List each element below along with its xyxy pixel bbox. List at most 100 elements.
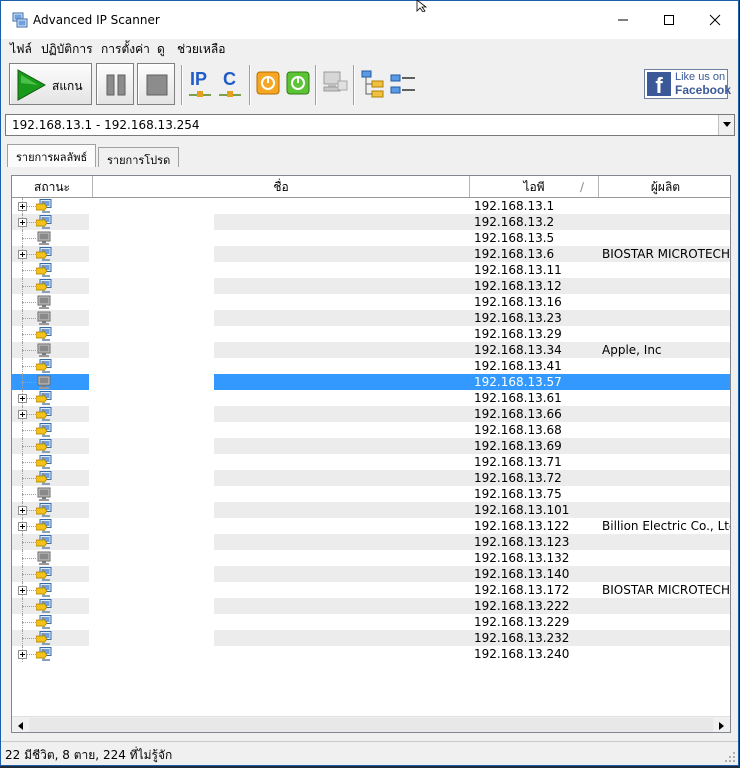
- toolbar-separator: [181, 65, 183, 105]
- menu-view[interactable]: ดู: [157, 40, 165, 59]
- table-row[interactable]: 192.168.13.66: [12, 406, 730, 422]
- table-row[interactable]: 192.168.13.72: [12, 470, 730, 486]
- table-row[interactable]: 192.168.13.222: [12, 598, 730, 614]
- pause-button[interactable]: [96, 63, 134, 105]
- table-row[interactable]: 192.168.13.229: [12, 614, 730, 630]
- ip-subnet-button[interactable]: IP: [187, 69, 213, 99]
- scroll-right-button[interactable]: [713, 717, 730, 732]
- table-row[interactable]: 192.168.13.240: [12, 646, 730, 662]
- expand-toggle-icon[interactable]: [18, 522, 27, 531]
- row-name-cell: [89, 230, 214, 246]
- table-row[interactable]: 192.168.13.6 BIOSTAR MICROTECH INT: [12, 246, 730, 262]
- row-ip-cell: [214, 438, 730, 454]
- minimize-button[interactable]: [600, 1, 646, 39]
- stop-button[interactable]: [137, 63, 175, 105]
- table-row[interactable]: 192.168.13.68: [12, 422, 730, 438]
- collapse-all-button[interactable]: [389, 69, 415, 99]
- table-row[interactable]: 192.168.13.23: [12, 310, 730, 326]
- table-row[interactable]: 192.168.13.2: [12, 214, 730, 230]
- class-c-subnet-button[interactable]: C: [217, 69, 243, 99]
- column-header-manufacturer[interactable]: ผู้ผลิต: [599, 176, 730, 197]
- table-row[interactable]: 192.168.13.11: [12, 262, 730, 278]
- row-name-cell: [89, 454, 214, 470]
- table-row[interactable]: 192.168.13.61: [12, 390, 730, 406]
- column-header-ip[interactable]: ไอพี ∕: [470, 176, 599, 197]
- dead-computer-icon: [37, 295, 51, 309]
- row-ip: 192.168.13.68: [474, 423, 562, 437]
- facebook-line1: Like us on: [675, 71, 726, 83]
- alive-computer-icon: [36, 215, 52, 229]
- tree-line: [22, 494, 36, 495]
- facebook-like-button[interactable]: f Like us on Facebook: [644, 69, 731, 99]
- app-window: Advanced IP Scanner ไฟล์ ปฏิบัติการ การต…: [0, 0, 739, 766]
- tree-line: [22, 446, 36, 447]
- table-row[interactable]: 192.168.13.34 Apple, Inc: [12, 342, 730, 358]
- table-row[interactable]: 192.168.13.5: [12, 230, 730, 246]
- expand-toggle-icon[interactable]: [18, 650, 27, 659]
- menu-settings[interactable]: การตั้งค่า: [101, 40, 150, 59]
- column-header-name[interactable]: ชื่อ: [93, 176, 470, 197]
- table-row[interactable]: 192.168.13.16: [12, 294, 730, 310]
- table-row[interactable]: 192.168.13.12: [12, 278, 730, 294]
- expand-toggle-icon[interactable]: [18, 394, 27, 403]
- table-row[interactable]: 192.168.13.101: [12, 502, 730, 518]
- power-off-button[interactable]: [255, 69, 281, 99]
- table-row[interactable]: 192.168.13.232: [12, 630, 730, 646]
- table-row[interactable]: 192.168.13.172 BIOSTAR MICROTECH INT: [12, 582, 730, 598]
- row-name-cell: [89, 438, 214, 454]
- row-name-cell: [89, 646, 214, 662]
- row-ip-cell: [214, 566, 730, 582]
- maximize-button[interactable]: [646, 1, 692, 39]
- table-row[interactable]: 192.168.13.132: [12, 550, 730, 566]
- tab-results[interactable]: รายการผลลัพธ์: [7, 144, 97, 167]
- row-ip: 192.168.13.72: [474, 471, 562, 485]
- scroll-left-button[interactable]: [12, 717, 29, 732]
- expand-toggle-icon[interactable]: [18, 218, 27, 227]
- table-row[interactable]: 192.168.13.41: [12, 358, 730, 374]
- row-manufacturer: Billion Electric Co., Ltd.: [602, 519, 731, 533]
- table-row[interactable]: 192.168.13.75: [12, 486, 730, 502]
- expand-toggle-icon[interactable]: [18, 250, 27, 259]
- table-row[interactable]: 192.168.13.123: [12, 534, 730, 550]
- power-on-button[interactable]: [285, 69, 311, 99]
- menu-actions[interactable]: ปฏิบัติการ: [41, 40, 93, 59]
- expand-all-button[interactable]: [359, 69, 385, 99]
- alive-computer-icon: [36, 455, 52, 469]
- horizontal-scrollbar[interactable]: [12, 716, 730, 732]
- window-title: Advanced IP Scanner: [33, 13, 160, 27]
- title-bar[interactable]: Advanced IP Scanner: [1, 1, 738, 39]
- table-row[interactable]: 192.168.13.29: [12, 326, 730, 342]
- table-row[interactable]: 192.168.13.69: [12, 438, 730, 454]
- expand-toggle-icon[interactable]: [18, 506, 27, 515]
- alive-computer-icon: [36, 199, 52, 213]
- menu-file[interactable]: ไฟล์: [10, 40, 32, 59]
- tree-line: [22, 606, 36, 607]
- scroll-track[interactable]: [29, 718, 713, 732]
- table-row[interactable]: 192.168.13.140: [12, 566, 730, 582]
- table-row[interactable]: 192.168.13.122 Billion Electric Co., Ltd.: [12, 518, 731, 534]
- chevron-down-icon: [722, 122, 731, 127]
- ip-range-dropdown-button[interactable]: [718, 115, 734, 135]
- remote-connect-button[interactable]: [321, 69, 348, 99]
- table-row[interactable]: 192.168.13.71: [12, 454, 730, 470]
- alive-computer-icon: [36, 327, 52, 341]
- menu-help[interactable]: ช่วยเหลือ: [177, 40, 226, 59]
- row-ip: 192.168.13.34: [474, 343, 562, 357]
- scan-label: สแกน: [52, 79, 83, 93]
- ip-range-input[interactable]: [6, 115, 718, 135]
- scan-button[interactable]: สแกน: [9, 63, 92, 105]
- expand-toggle-icon[interactable]: [18, 202, 27, 211]
- row-ip-cell: [214, 646, 730, 662]
- expand-toggle-icon[interactable]: [18, 586, 27, 595]
- table-row[interactable]: 192.168.13.57: [12, 374, 730, 390]
- close-button[interactable]: [692, 1, 738, 39]
- row-ip: 192.168.13.101: [474, 503, 570, 517]
- toolbar: สแกน IP C f Like us on Facebook: [1, 59, 738, 109]
- tab-favorites[interactable]: รายการโปรด: [98, 147, 180, 167]
- row-manufacturer: BIOSTAR MICROTECH INT: [602, 247, 730, 261]
- resize-grip-icon[interactable]: [724, 751, 736, 763]
- ip-range-combobox[interactable]: [5, 114, 735, 136]
- column-header-status[interactable]: สถานะ: [12, 176, 93, 197]
- table-row[interactable]: 192.168.13.1: [12, 198, 730, 214]
- expand-toggle-icon[interactable]: [18, 410, 27, 419]
